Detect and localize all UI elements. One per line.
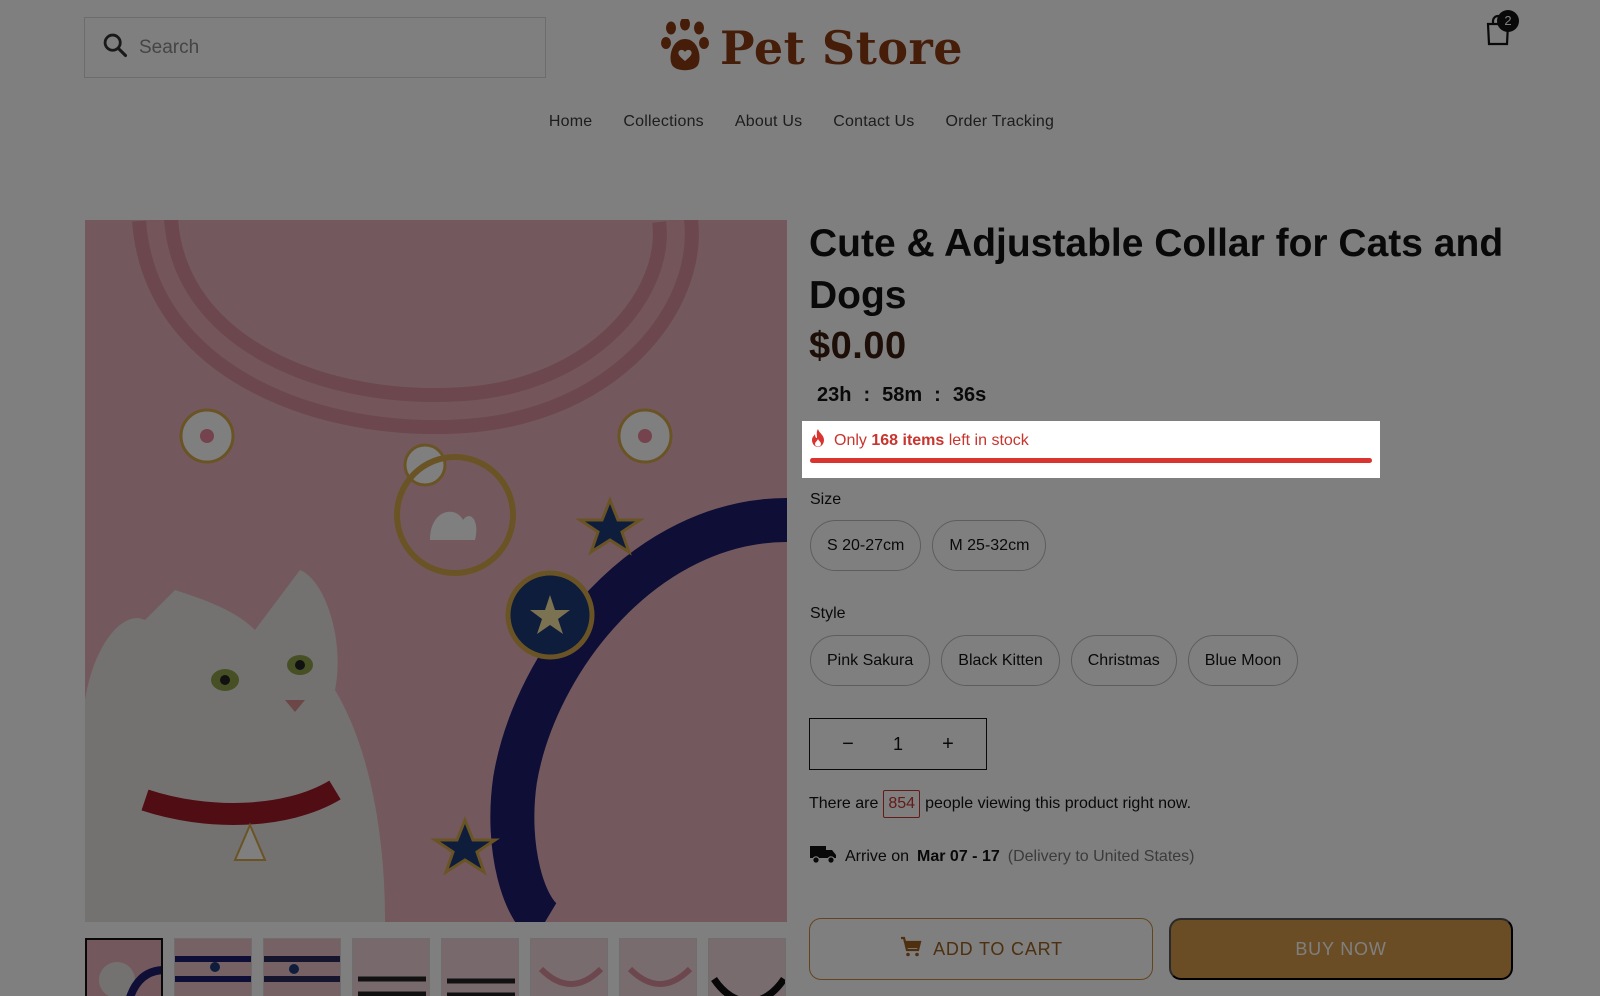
stock-progress-fill — [810, 458, 1372, 463]
stock-notice: Only 168 items left in stock — [802, 421, 1380, 478]
stock-message: Only 168 items left in stock — [810, 429, 1372, 452]
stock-prefix: Only — [834, 431, 867, 449]
fire-icon — [810, 429, 826, 452]
stock-count: 168 items — [871, 431, 945, 449]
stock-progress-bar — [810, 458, 1372, 463]
page-dim-overlay — [0, 0, 1600, 996]
stock-suffix: left in stock — [948, 431, 1029, 449]
